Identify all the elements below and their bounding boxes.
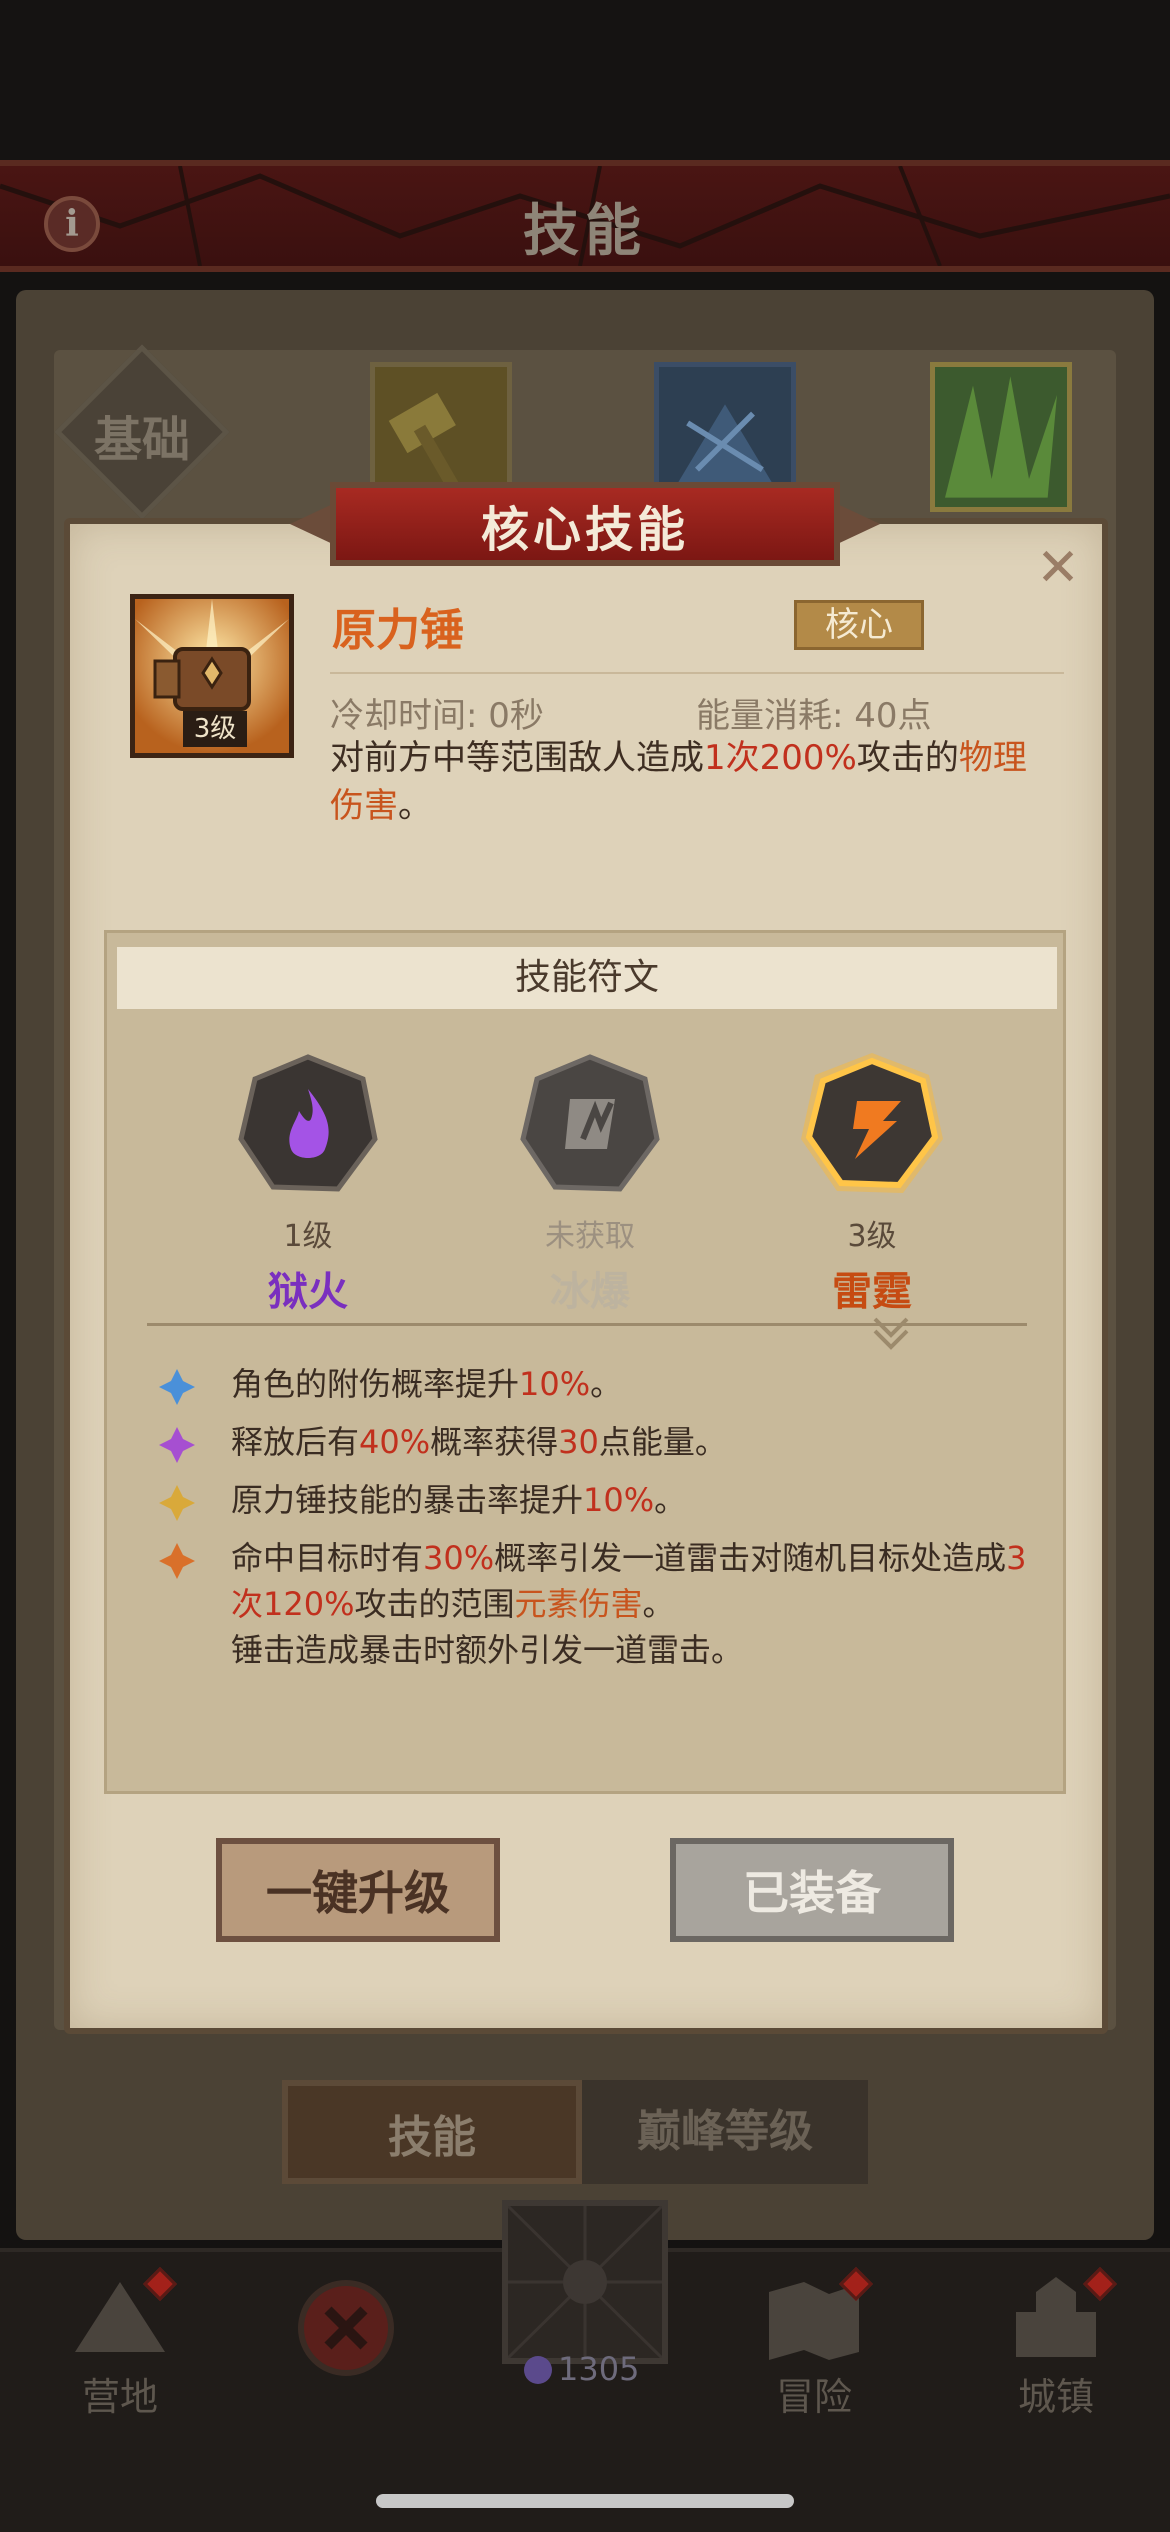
rune-thunder[interactable]: 3级 雷霆 [787, 1049, 957, 1317]
rune-level: 3级 [847, 1219, 897, 1254]
x-icon [324, 2306, 368, 2350]
bottom-tabs: 技能 巅峰等级 [282, 2080, 868, 2184]
skill-card-nature[interactable] [930, 362, 1072, 512]
effect-value: 30 [558, 1423, 599, 1461]
energy-cost-text: 能量消耗: 40点 [696, 696, 932, 736]
effect-text: 点能量。 [598, 1423, 727, 1461]
effect-text: 。 [654, 1481, 687, 1519]
effect-text: 角色的附伤概率提升 [231, 1365, 520, 1403]
rune-effect-4: 命中目标时有30%概率引发一道雷击对随机目标处造成3次120%攻击的范围元素伤害… [159, 1535, 1039, 1673]
close-button[interactable]: ✕ [1030, 540, 1086, 596]
home-indicator [376, 2494, 794, 2508]
skill-level: 3级 [183, 711, 247, 747]
nav-center-skill[interactable] [502, 2200, 668, 2364]
effect-damage-type: 元素伤害 [514, 1585, 643, 1623]
nav-town-label: 城镇 [1017, 2375, 1094, 2419]
purple-diamond-icon [159, 1427, 195, 1463]
one-click-upgrade-button[interactable]: 一键升级 [216, 1838, 500, 1942]
effect-text: 原力锤技能的暴击率提升 [231, 1481, 584, 1519]
basic-skill-label: 基础 [93, 412, 190, 468]
rune-name: 狱火 [268, 1269, 348, 1315]
effect-text: 。 [642, 1585, 675, 1623]
tab-skills[interactable]: 技能 [282, 2080, 582, 2184]
rune-effect-3: 原力锤技能的暴击率提升10%。 [159, 1477, 1039, 1523]
effect-value: 120% [263, 1585, 355, 1623]
rune-name: 冰爆 [550, 1269, 630, 1315]
yellow-diamond-icon [159, 1485, 195, 1521]
currency-amount: 1305 [558, 2350, 640, 2388]
effect-text: 概率获得 [430, 1423, 559, 1461]
rune-effect-1: 角色的附伤概率提升10%。 [159, 1361, 1039, 1407]
rune-ice-burst[interactable]: 未获取 冰爆 [505, 1049, 675, 1317]
effect-value: 40% [359, 1423, 431, 1461]
title-bar: i 技能 [0, 160, 1170, 272]
rune-effect-2: 释放后有40%概率获得30点能量。 [159, 1419, 1039, 1465]
effect-value: 30% [423, 1539, 495, 1577]
orange-diamond-icon [159, 1543, 195, 1579]
blue-diamond-icon [159, 1369, 195, 1405]
modal-header: 核心技能 [290, 476, 880, 572]
screen-title: 技能 [523, 199, 647, 264]
desc-hit-count: 1次 [704, 738, 760, 778]
effect-text: 概率引发一道雷击对随机目标处造成 [494, 1539, 1007, 1577]
desc-damage-percent: 200% [759, 738, 857, 778]
nav-adventure-label: 冒险 [775, 2375, 852, 2419]
nav-camp[interactable]: 营地 [40, 2252, 200, 2421]
effect-text: 。 [590, 1365, 623, 1403]
rune-hellfire[interactable]: 1级 狱火 [223, 1049, 393, 1317]
nav-town[interactable]: 城镇 [976, 2252, 1136, 2421]
nav-adventure[interactable]: 冒险 [734, 2252, 894, 2421]
effect-text: 命中目标时有 [231, 1539, 424, 1577]
desc-text: 。 [398, 786, 432, 826]
effect-text: 锤击造成暴击时额外引发一道雷击。 [231, 1631, 744, 1669]
currency-display: 1305 [524, 2350, 639, 2388]
rune-section-title: 技能符文 [117, 947, 1057, 1009]
desc-text: 攻击的 [856, 738, 959, 778]
skill-description: 对前方中等范围敌人造成1次200%攻击的物理伤害。 [330, 734, 1050, 830]
nav-camp-label: 营地 [81, 2375, 158, 2419]
core-badge: 核心 [794, 600, 924, 650]
tab-peak-level[interactable]: 巅峰等级 [582, 2080, 868, 2184]
rune-section: 技能符文 1级 狱火 未获取 冰爆 3级 雷霆 角色的附伤概率提升10%。 释放… [104, 930, 1066, 1794]
gem-icon [524, 2356, 552, 2384]
spike-icon [945, 376, 1057, 498]
status-area [0, 0, 1170, 160]
skill-divider [330, 672, 1064, 674]
chevron-down-icon [873, 1317, 909, 1350]
rune-name: 雷霆 [832, 1269, 912, 1315]
effect-value: 10% [519, 1365, 591, 1403]
skill-icon: 3级 [130, 594, 294, 758]
flame-icon [238, 1054, 378, 1192]
modal-title: 核心技能 [480, 502, 689, 558]
nav-close-button[interactable] [298, 2280, 394, 2376]
effect-value: 10% [583, 1481, 655, 1519]
equipped-button[interactable]: 已装备 [670, 1838, 954, 1942]
ice-icon [520, 1054, 660, 1192]
close-icon: ✕ [1036, 538, 1080, 598]
cooldown-text: 冷却时间: 0秒 [330, 696, 544, 736]
effect-text: 攻击的范围 [354, 1585, 515, 1623]
lightning-icon [801, 1053, 943, 1193]
skull-icon [506, 2204, 664, 2360]
desc-text: 对前方中等范围敌人造成 [330, 738, 704, 778]
skill-name: 原力锤 [332, 605, 464, 656]
rune-level: 1级 [283, 1219, 333, 1254]
effect-text: 释放后有 [231, 1423, 360, 1461]
rune-level: 未获取 [545, 1219, 635, 1254]
